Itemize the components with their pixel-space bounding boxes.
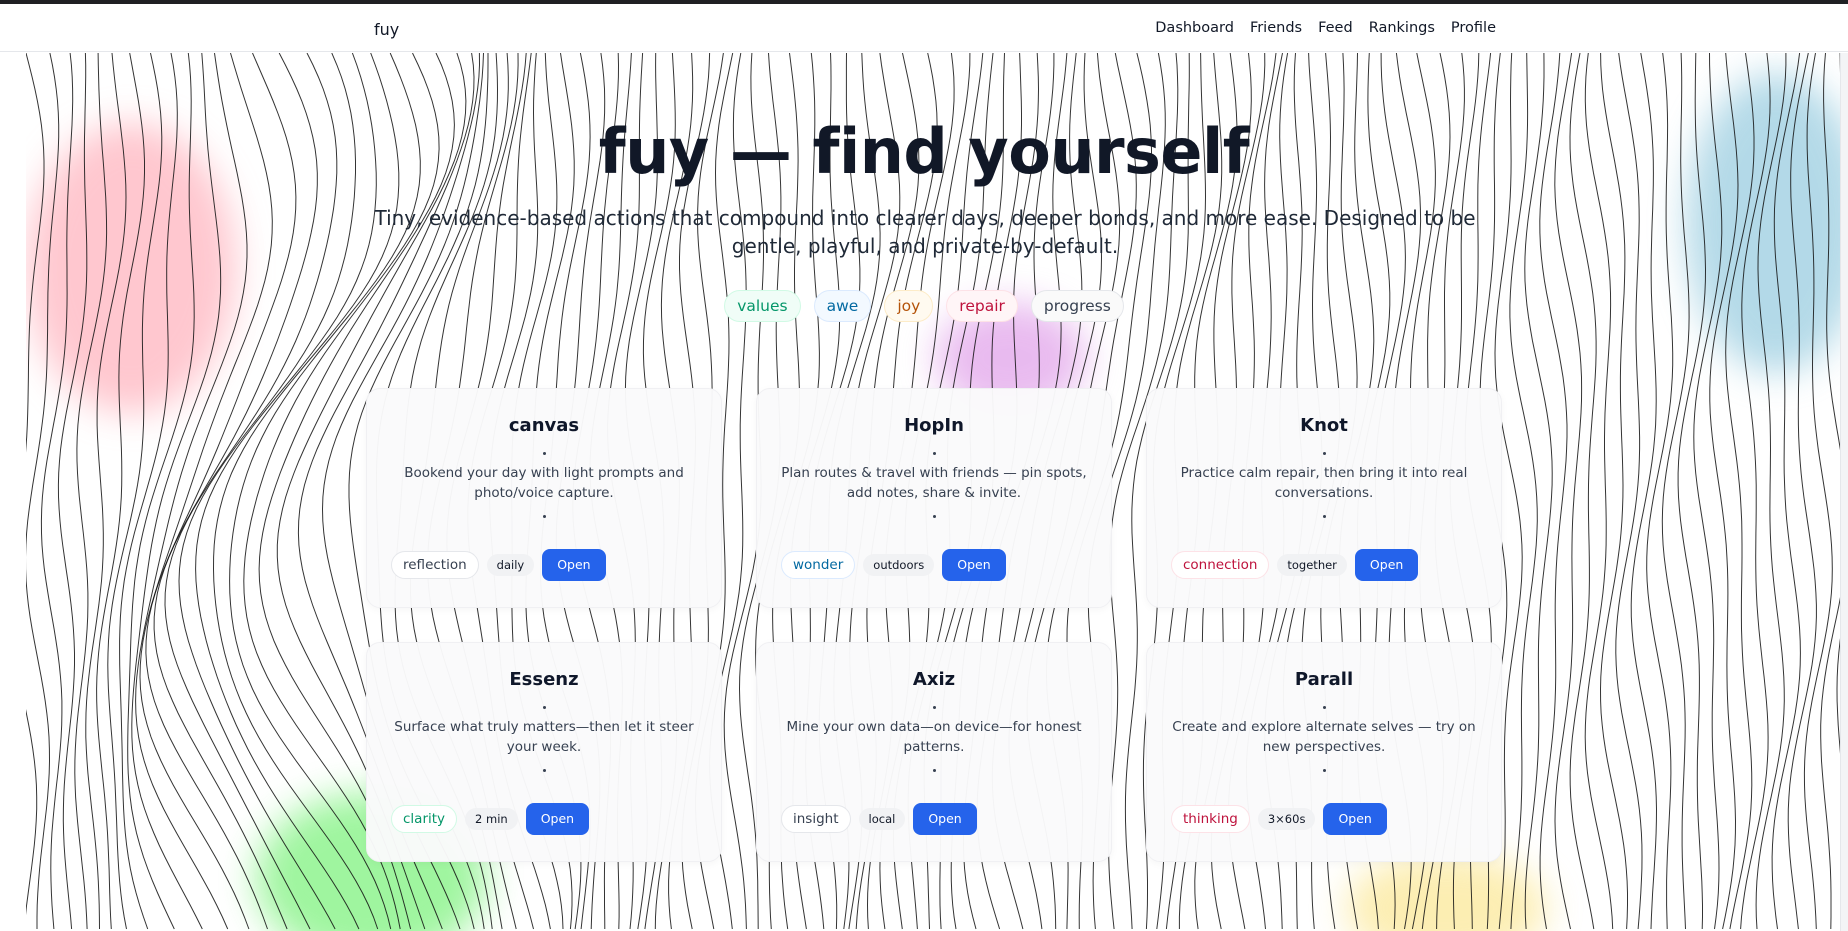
vertical-scrollbar[interactable] <box>1840 53 1848 931</box>
card-footer: insight local Open <box>781 803 977 835</box>
open-button[interactable]: Open <box>1323 803 1387 835</box>
card-description: Mine your own data—on device—for honest … <box>786 719 1082 755</box>
separator-dot <box>932 706 936 709</box>
card-footer: clarity 2 min Open <box>391 803 590 835</box>
separator-dot <box>542 769 546 772</box>
app-card-axiz: Axiz Mine your own data—on device—for ho… <box>756 642 1112 862</box>
card-title: Knot <box>1300 415 1348 436</box>
card-footer: thinking 3×60s Open <box>1171 803 1387 835</box>
nav-link-feed[interactable]: Feed <box>1318 20 1353 36</box>
card-description: Create and explore alternate selves — tr… <box>1172 719 1476 755</box>
tag-values[interactable]: values <box>724 290 801 322</box>
separator-dot <box>1322 515 1326 518</box>
card-footer: wonder outdoors Open <box>781 549 1006 581</box>
card-pill: 2 min <box>465 808 518 830</box>
card-title: Axiz <box>912 669 956 690</box>
tag-joy[interactable]: joy <box>884 290 934 322</box>
separator-dot <box>542 515 546 518</box>
card-pill: local <box>858 808 906 830</box>
separator-dot <box>1322 452 1326 455</box>
card-description: Bookend your day with light prompts and … <box>404 465 684 501</box>
tag-progress[interactable]: progress <box>1030 290 1124 322</box>
card-tag: connection <box>1171 551 1270 579</box>
card-description: Practice calm repair, then bring it into… <box>1180 465 1468 501</box>
brand-logo[interactable]: fuy <box>374 20 399 39</box>
separator-dot <box>932 515 936 518</box>
open-button[interactable]: Open <box>942 549 1006 581</box>
open-button[interactable]: Open <box>1354 549 1419 581</box>
card-tag: reflection <box>391 551 479 579</box>
hero-subtitle: Tiny, evidence-based actions that compou… <box>374 206 1476 258</box>
card-pill: 3×60s <box>1257 808 1316 830</box>
card-pill: outdoors <box>863 554 935 576</box>
separator-dot <box>932 769 936 772</box>
card-pill: together <box>1277 554 1347 576</box>
card-title: HopIn <box>904 415 964 436</box>
nav-links: Dashboard Friends Feed Rankings Profile <box>1155 20 1496 36</box>
card-title: canvas <box>508 415 580 436</box>
theme-tags: values awe joy repair progress <box>0 290 1848 322</box>
hero-title: fuy — find yourself <box>598 115 1250 188</box>
nav-link-rankings[interactable]: Rankings <box>1369 20 1435 36</box>
app-card-essenz: Essenz Surface what truly matters—then l… <box>366 642 722 862</box>
separator-dot <box>932 452 936 455</box>
card-description: Plan routes & travel with friends — pin … <box>781 465 1087 501</box>
app-card-hopin: HopIn Plan routes & travel with friends … <box>756 388 1112 608</box>
card-tag: wonder <box>781 551 856 579</box>
card-title: Parall <box>1294 669 1354 690</box>
card-description: Surface what truly matters—then let it s… <box>394 719 694 755</box>
nav-link-dashboard[interactable]: Dashboard <box>1155 20 1234 36</box>
open-button[interactable]: Open <box>525 803 590 835</box>
card-footer: connection together Open <box>1171 549 1419 581</box>
open-button[interactable]: Open <box>913 803 977 835</box>
app-card-canvas: canvas Bookend your day with light promp… <box>366 388 722 608</box>
nav-link-profile[interactable]: Profile <box>1451 20 1496 36</box>
top-navbar: fuy Dashboard Friends Feed Rankings Prof… <box>0 4 1848 52</box>
separator-dot <box>542 452 546 455</box>
open-button[interactable]: Open <box>542 549 606 581</box>
app-card-parall: Parall Create and explore alternate selv… <box>1146 642 1502 862</box>
separator-dot <box>1322 769 1326 772</box>
card-pill: daily <box>486 554 535 576</box>
card-footer: reflection daily Open <box>391 549 606 581</box>
app-cards-grid: canvas Bookend your day with light promp… <box>366 388 1504 862</box>
tag-awe[interactable]: awe <box>813 290 872 322</box>
card-tag: clarity <box>391 805 458 833</box>
card-tag: thinking <box>1171 805 1250 833</box>
card-title: Essenz <box>509 669 579 690</box>
nav-link-friends[interactable]: Friends <box>1250 20 1302 36</box>
separator-dot <box>1322 706 1326 709</box>
separator-dot <box>542 706 546 709</box>
app-card-knot: Knot Practice calm repair, then bring it… <box>1146 388 1502 608</box>
tag-repair[interactable]: repair <box>946 290 1018 322</box>
card-tag: insight <box>781 805 851 833</box>
